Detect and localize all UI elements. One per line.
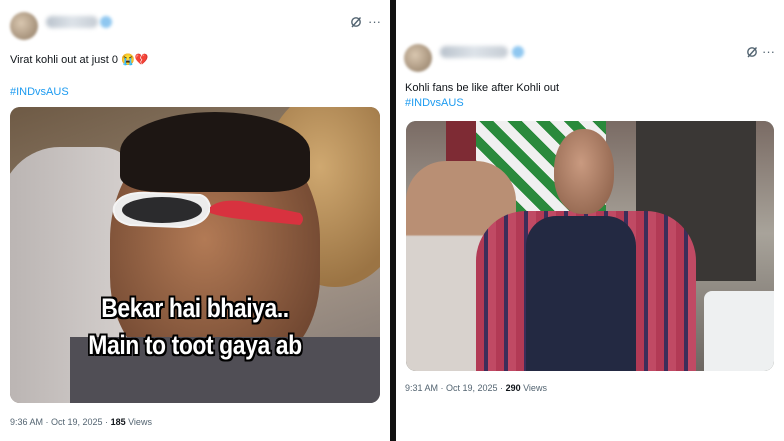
tweet-card-left[interactable]: ··· Virat kohli out at just 0 😭💔 #INDvsA… xyxy=(0,0,390,441)
grok-icon[interactable] xyxy=(746,46,758,58)
author-name-blurred[interactable] xyxy=(440,46,508,58)
tweet-text: Kohli fans be like after Kohli out xyxy=(405,82,560,94)
views-count: 290 xyxy=(505,383,521,393)
tweet-media-image[interactable]: Bekar hai bhaiya.. Main to toot gaya ab xyxy=(10,107,380,403)
views-label: Views xyxy=(520,383,547,393)
views-count: 185 xyxy=(110,417,126,427)
hashtag-link[interactable]: #INDvsAUS xyxy=(10,85,69,99)
more-options-icon[interactable]: ··· xyxy=(368,15,381,29)
tweet-meta: 9:36 AM · Oct 19, 2025 · 185 Views xyxy=(10,416,152,428)
more-options-icon[interactable]: ··· xyxy=(762,45,775,59)
author-avatar[interactable] xyxy=(10,12,38,40)
meme-caption-line-1: Bekar hai bhaiya.. xyxy=(101,293,289,323)
timestamp[interactable]: 9:31 AM · Oct 19, 2025 · xyxy=(405,383,506,393)
verified-badge-icon xyxy=(512,46,524,58)
tweet-text: Virat kohli out at just 0 😭💔 xyxy=(10,54,149,66)
views-label: Views xyxy=(125,417,152,427)
author-avatar[interactable] xyxy=(404,44,432,72)
tweet-card-right[interactable]: ··· Kohli fans be like after Kohli out #… xyxy=(396,0,784,441)
timestamp[interactable]: 9:36 AM · Oct 19, 2025 · xyxy=(10,417,111,427)
tweet-media-image[interactable] xyxy=(406,121,774,371)
sunglasses-graphic xyxy=(112,191,303,229)
author-name-blurred[interactable] xyxy=(46,16,98,28)
hashtag-link[interactable]: #INDvsAUS xyxy=(405,96,464,110)
tweet-meta: 9:31 AM · Oct 19, 2025 · 290 Views xyxy=(405,382,547,394)
meme-caption-line-2: Main to toot gaya ab xyxy=(88,330,302,360)
verified-badge-icon xyxy=(100,16,112,28)
grok-icon[interactable] xyxy=(350,16,362,28)
